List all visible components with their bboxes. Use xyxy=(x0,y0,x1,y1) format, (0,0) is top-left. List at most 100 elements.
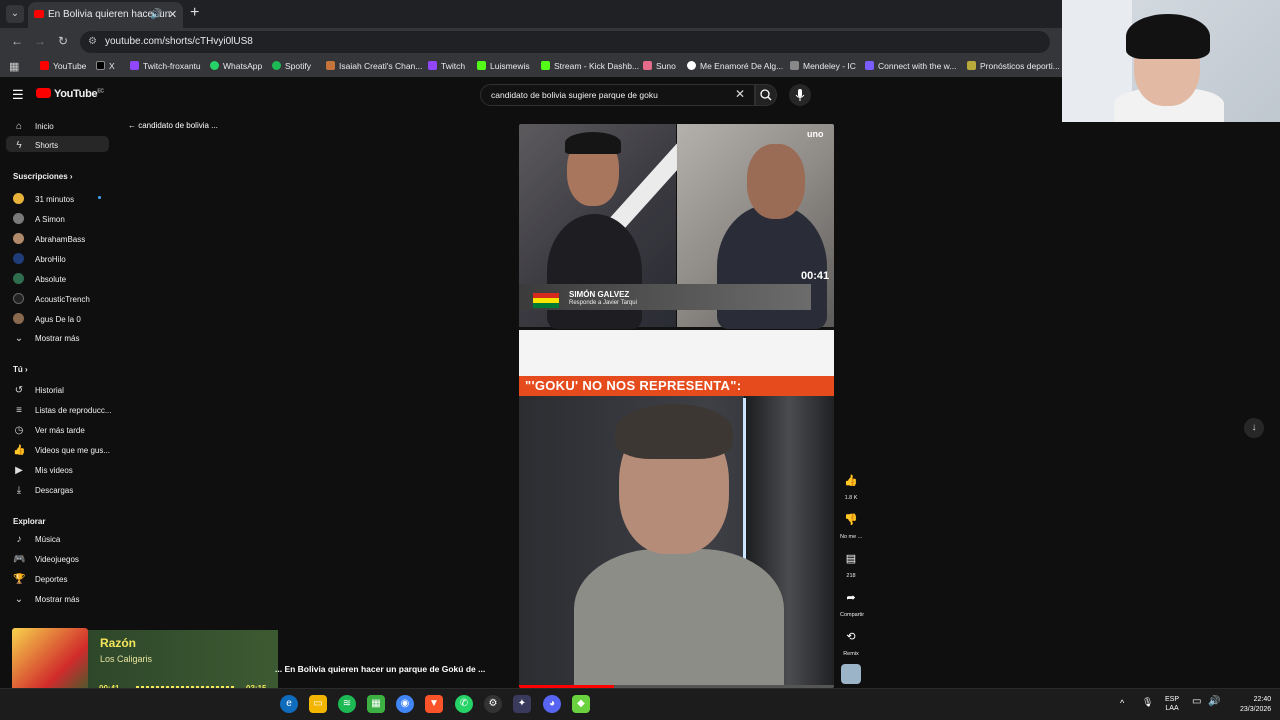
sidebar-sub-abrahambass[interactable]: AbrahamBass xyxy=(13,233,85,244)
spotify-icon[interactable]: ≋ xyxy=(338,695,356,713)
bookmark-twitch-froxantu[interactable]: Twitch-froxantu xyxy=(130,61,201,71)
tab-search-button[interactable]: ⌄ xyxy=(6,5,24,23)
sidebar-explore-show-more[interactable]: ⌄ Mostrar más xyxy=(13,594,80,605)
bookmark-me-enamore[interactable]: Me Enamoré De Alg... xyxy=(687,61,783,71)
youtube-page: ☰ YouTubeEC candidato de bolivia sugiere… xyxy=(0,78,1280,688)
sidebar-item-watch-later[interactable]: ◷ Ver más tarde xyxy=(13,425,85,436)
comments-button[interactable]: ▤ 218 xyxy=(840,548,862,579)
sidebar-you-header[interactable]: Tú › xyxy=(13,365,28,374)
avatar xyxy=(13,193,24,204)
remix-icon: ⟲ xyxy=(846,631,856,643)
bookmark-kick-dashboard[interactable]: Stream - Kick Dashb... xyxy=(541,61,639,71)
avatar xyxy=(13,253,24,264)
sidebar-item-historial[interactable]: ↺ Historial xyxy=(13,385,64,396)
arrow-down-icon: ↓ xyxy=(1251,422,1257,433)
volume-icon[interactable]: 🔊 xyxy=(1208,696,1220,707)
back-arrow-icon[interactable]: ← xyxy=(11,34,23,48)
apps-grid-icon[interactable]: ▦ xyxy=(9,60,19,73)
video-caption-text: ... En Bolivia quieren hacer un parque d… xyxy=(275,664,486,674)
chevron-down-icon: ⌄ xyxy=(14,594,24,605)
sidebar-subs-show-more[interactable]: ⌄ Mostrar más xyxy=(13,333,80,344)
browser-tab-active[interactable]: En Bolivia quieren hacer un 🔊 ✕ xyxy=(28,2,183,28)
bookmark-suno[interactable]: Suno xyxy=(643,61,676,71)
sidebar-sub-31-minutos[interactable]: 31 minutos xyxy=(13,193,74,204)
microphone-tray-icon[interactable]: 🎙 xyxy=(1142,697,1153,708)
lower-third-graphic: SIMÓN GALVEZ Responde a Javier Tarqui xyxy=(519,284,811,310)
sidebar-sub-absolute[interactable]: Absolute xyxy=(13,273,66,284)
close-tab-icon[interactable]: ✕ xyxy=(168,2,177,28)
brave-icon[interactable]: ▼ xyxy=(425,695,443,713)
shorts-video-player[interactable]: SIMÓN GALVEZ Responde a Javier Tarqui un… xyxy=(519,124,834,688)
forward-arrow-icon[interactable]: → xyxy=(34,34,46,48)
sidebar-explore-header: Explorar xyxy=(13,517,46,526)
youtube-logo[interactable]: YouTubeEC xyxy=(36,88,104,100)
webcam-person-hair xyxy=(1126,14,1210,59)
sidebar-sub-agus[interactable]: Agus De la 0 xyxy=(13,313,81,324)
share-button[interactable]: ➦ Compartir xyxy=(840,587,864,618)
bookmark-luismewis[interactable]: Luismewis xyxy=(477,61,530,71)
bookmark-isaiah[interactable]: Isaiah Creati's Chan... xyxy=(326,61,422,71)
chrome-icon[interactable]: ◉ xyxy=(396,695,414,713)
sidebar-item-sports[interactable]: 🏆 Deportes xyxy=(13,574,67,585)
dislike-button[interactable]: 👎 No me ... xyxy=(840,509,862,540)
avatar xyxy=(13,233,24,244)
candidate-face xyxy=(747,144,805,219)
kick-icon[interactable]: ◆ xyxy=(572,695,590,713)
minecraft-icon[interactable]: ▦ xyxy=(367,695,385,713)
home-icon: ⌂ xyxy=(15,121,23,132)
system-clock[interactable]: 22:40 23/3/2026 xyxy=(1240,695,1271,715)
next-short-button[interactable]: ↓ xyxy=(1244,418,1264,438)
reload-icon[interactable]: ↻ xyxy=(58,34,68,48)
bookmark-mendeley[interactable]: Mendeley - IC xyxy=(790,61,856,71)
new-tab-button[interactable]: + xyxy=(190,4,199,22)
remix-button[interactable]: ⟲ Remix xyxy=(840,626,862,657)
discord-icon[interactable]: ◕ xyxy=(543,695,561,713)
address-bar[interactable]: ⚙ youtube.com/shorts/cTHvyi0lUS8 xyxy=(80,31,1050,53)
sidebar-item-music[interactable]: ♪ Música xyxy=(13,534,61,545)
bookmark-pronosticos[interactable]: Pronósticos deporti... xyxy=(967,61,1060,71)
voice-search-button[interactable] xyxy=(789,84,811,106)
back-to-results-link[interactable]: ← candidato de bolivia ... xyxy=(128,121,218,130)
back-arrow-icon: ← xyxy=(128,121,136,130)
bookmark-spotify[interactable]: Spotify xyxy=(272,61,311,71)
like-button[interactable]: 👍 1.8 K xyxy=(840,470,862,501)
network-icon[interactable]: ▭ xyxy=(1192,696,1201,707)
steam-icon[interactable]: ⚙ xyxy=(484,695,502,713)
sidebar-item-liked-videos[interactable]: 👍 Videos que me gus... xyxy=(13,445,110,456)
bookmark-x[interactable]: X xyxy=(96,61,115,71)
site-info-icon[interactable]: ⚙ xyxy=(88,31,97,53)
search-button[interactable] xyxy=(755,84,777,106)
sidebar-item-playlists[interactable]: ≡ Listas de reproducc... xyxy=(13,405,111,416)
sidebar-item-my-videos[interactable]: ▶ Mis videos xyxy=(13,465,73,476)
youtube-play-icon xyxy=(36,88,51,98)
channel-avatar[interactable] xyxy=(841,664,861,684)
webcam-overlay xyxy=(1062,0,1280,122)
video-icon: ▶ xyxy=(15,465,23,476)
sidebar-sub-abrohilo[interactable]: AbroHilo xyxy=(13,253,66,264)
bookmark-twitch[interactable]: Twitch xyxy=(428,61,465,71)
new-content-dot xyxy=(98,196,101,199)
tray-chevron-up-icon[interactable]: ^ xyxy=(1120,698,1124,708)
sidebar-sub-acoustictrench[interactable]: AcousticTrench xyxy=(13,293,90,304)
sidebar-sub-a-simon[interactable]: A Simon xyxy=(13,213,65,224)
clock-icon: ◷ xyxy=(14,425,24,436)
bookmark-whatsapp[interactable]: WhatsApp xyxy=(210,61,262,71)
file-explorer-icon[interactable]: ▭ xyxy=(309,695,327,713)
hamburger-menu-icon[interactable]: ☰ xyxy=(12,87,24,103)
sidebar-item-gaming[interactable]: 🎮 Videojuegos xyxy=(13,554,79,565)
search-input[interactable]: candidato de bolivia sugiere parque de g… xyxy=(480,84,755,106)
edge-icon[interactable]: e xyxy=(280,695,298,713)
bookmark-connect[interactable]: Connect with the w... xyxy=(865,61,956,71)
download-icon: ⤓ xyxy=(16,485,22,496)
candidate-suit xyxy=(547,214,642,329)
app-icon[interactable]: ✦ xyxy=(513,695,531,713)
bookmark-youtube[interactable]: YouTube xyxy=(40,61,86,71)
clear-search-icon[interactable]: ✕ xyxy=(735,87,745,101)
language-indicator[interactable]: ESP LAA xyxy=(1165,695,1179,713)
sidebar-item-shorts[interactable]: ϟ Shorts xyxy=(13,140,58,151)
whatsapp-icon[interactable]: ✆ xyxy=(455,695,473,713)
sidebar-item-downloads[interactable]: ⤓ Descargas xyxy=(13,485,73,496)
sidebar-item-inicio[interactable]: ⌂ Inicio xyxy=(13,121,54,132)
speaker-icon[interactable]: 🔊 xyxy=(150,2,162,28)
sidebar-subscriptions-header[interactable]: Suscripciones › xyxy=(13,172,73,181)
